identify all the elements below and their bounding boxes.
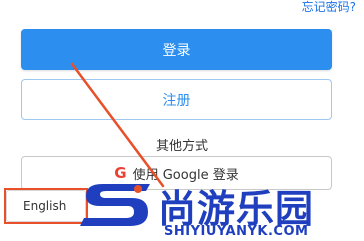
other-methods-label: 其他方式 [155, 139, 208, 154]
language-selector[interactable]: English [6, 190, 86, 222]
register-button-label: 注册 [162, 92, 191, 109]
login-button-label: 登录 [162, 42, 191, 59]
forgot-password-link[interactable]: 忘记密码? [302, 0, 356, 15]
watermark: 尚游乐园 SHIYIUYANYK.COM [78, 180, 364, 241]
language-selected-label: English [23, 199, 67, 213]
register-button[interactable]: 注册 [21, 79, 332, 120]
login-button[interactable]: 登录 [21, 29, 332, 70]
watermark-domain-text: SHIYIUYANYK.COM [164, 224, 309, 239]
watermark-logo-icon [80, 184, 150, 226]
